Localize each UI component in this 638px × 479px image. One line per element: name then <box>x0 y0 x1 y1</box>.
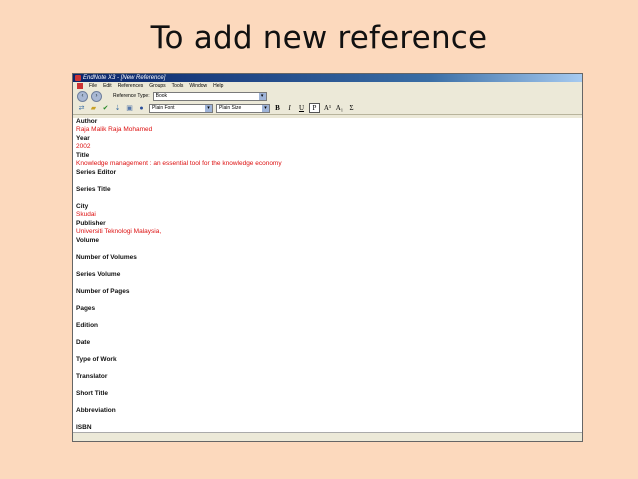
field-label: Volume <box>76 237 99 244</box>
date-input[interactable] <box>76 347 582 356</box>
field-label: Series Volume <box>76 271 121 278</box>
format-toolbar: ⇄ ▰ ✔ ⇣ ▣ ● Plain Font ▾ Plain Size ▾ B … <box>73 102 582 115</box>
document-icon[interactable] <box>77 83 83 89</box>
field-short-title: Short Title <box>73 390 582 407</box>
picture-icon[interactable]: ▣ <box>125 104 134 113</box>
field-title: Title Knowledge management : an essentia… <box>73 152 582 169</box>
window-title: EndNote X3 - [New Reference] <box>83 75 166 81</box>
title-input[interactable]: Knowledge management : an essential tool… <box>76 160 582 169</box>
window-titlebar: EndNote X3 - [New Reference] <box>73 74 582 82</box>
reference-fields: Author Raja Malik Raja Mohamed Year 2002… <box>73 118 582 433</box>
field-label: Title <box>76 152 90 159</box>
field-publisher: Publisher Universiti Teknologi Malaysia, <box>73 220 582 237</box>
menu-file[interactable]: File <box>89 82 97 90</box>
chevron-down-icon[interactable]: ▾ <box>262 104 269 112</box>
field-translator: Translator <box>73 373 582 390</box>
field-type-of-work: Type of Work <box>73 356 582 373</box>
field-label: City <box>76 203 89 210</box>
symbol-button[interactable]: Σ <box>347 104 356 112</box>
menu-tools[interactable]: Tools <box>172 82 184 90</box>
author-input[interactable]: Raja Malik Raja Mohamed <box>76 126 582 135</box>
field-label: Publisher <box>76 220 106 227</box>
menu-window[interactable]: Window <box>189 82 207 90</box>
reference-type-label: Reference Type: <box>113 93 150 99</box>
series-editor-input[interactable] <box>76 177 582 186</box>
number-of-pages-input[interactable] <box>76 296 582 305</box>
field-label: ISBN <box>76 424 92 431</box>
sort-icon[interactable]: ⇣ <box>113 104 122 113</box>
field-label: Abbreviation <box>76 407 116 414</box>
field-edition: Edition <box>73 322 582 339</box>
field-label: Year <box>76 135 90 142</box>
reference-type-row: ‹ › Reference Type: Book ▾ <box>73 90 582 102</box>
pages-input[interactable] <box>76 313 582 322</box>
endnote-window: EndNote X3 - [New Reference] File Edit R… <box>72 73 583 442</box>
field-number-of-pages: Number of Pages <box>73 288 582 305</box>
field-label: Edition <box>76 322 99 329</box>
checkmark-icon[interactable]: ✔ <box>101 104 110 113</box>
field-series-title: Series Title <box>73 186 582 203</box>
field-label: Series Title <box>76 186 111 193</box>
translator-input[interactable] <box>76 381 582 390</box>
font-value: Plain Font <box>152 104 175 111</box>
plain-button[interactable]: P <box>309 103 320 113</box>
short-title-input[interactable] <box>76 398 582 407</box>
field-volume: Volume <box>73 237 582 254</box>
field-label: Short Title <box>76 390 109 397</box>
field-date: Date <box>73 339 582 356</box>
bold-button[interactable]: B <box>273 104 282 112</box>
italic-button[interactable]: I <box>285 104 294 112</box>
folder-icon[interactable]: ▰ <box>89 104 98 113</box>
superscript-button[interactable]: A¹ <box>323 104 332 112</box>
subscript-button[interactable]: A₁ <box>335 104 344 112</box>
field-author: Author Raja Malik Raja Mohamed <box>73 118 582 135</box>
publisher-input[interactable]: Universiti Teknologi Malaysia, <box>76 228 582 237</box>
field-label: Date <box>76 339 91 346</box>
reference-type-value: Book <box>155 92 168 99</box>
menu-help[interactable]: Help <box>213 82 223 90</box>
field-number-of-volumes: Number of Volumes <box>73 254 582 271</box>
slide-title: To add new reference <box>150 20 488 56</box>
field-city: City Skudai <box>73 203 582 220</box>
menu-edit[interactable]: Edit <box>103 82 112 90</box>
font-select[interactable]: Plain Font ▾ <box>149 103 213 113</box>
endnote-app-icon <box>75 75 81 81</box>
field-label: Type of Work <box>76 356 117 363</box>
horizontal-scrollbar[interactable] <box>73 432 582 441</box>
city-input[interactable]: Skudai <box>76 211 582 220</box>
reference-type-select[interactable]: Book ▾ <box>152 91 267 101</box>
field-series-volume: Series Volume <box>73 271 582 288</box>
field-label: Series Editor <box>76 169 117 176</box>
field-pages: Pages <box>73 305 582 322</box>
size-value: Plain Size <box>219 104 242 111</box>
number-of-volumes-input[interactable] <box>76 262 582 271</box>
menu-groups[interactable]: Groups <box>149 82 165 90</box>
type-of-work-input[interactable] <box>76 364 582 373</box>
field-year: Year 2002 <box>73 135 582 152</box>
field-label: Translator <box>76 373 108 380</box>
field-series-editor: Series Editor <box>73 169 582 186</box>
field-label: Pages <box>76 305 96 312</box>
field-abbreviation: Abbreviation <box>73 407 582 424</box>
volume-input[interactable] <box>76 245 582 254</box>
forward-icon[interactable]: › <box>91 90 102 102</box>
year-input[interactable]: 2002 <box>76 143 582 152</box>
size-select[interactable]: Plain Size ▾ <box>216 103 270 113</box>
underline-button[interactable]: U <box>297 104 306 112</box>
field-label: Author <box>76 118 98 125</box>
field-label: Number of Pages <box>76 288 130 295</box>
series-title-input[interactable] <box>76 194 582 203</box>
field-label: Number of Volumes <box>76 254 137 261</box>
word-icon[interactable]: ● <box>137 104 146 113</box>
edition-input[interactable] <box>76 330 582 339</box>
link-icon[interactable]: ⇄ <box>77 104 86 113</box>
back-icon[interactable]: ‹ <box>77 90 88 102</box>
menu-bar: File Edit References Groups Tools Window… <box>73 82 582 90</box>
abbreviation-input[interactable] <box>76 415 582 424</box>
menu-references[interactable]: References <box>118 82 144 90</box>
chevron-down-icon[interactable]: ▾ <box>205 104 212 112</box>
chevron-down-icon[interactable]: ▾ <box>258 92 266 100</box>
series-volume-input[interactable] <box>76 279 582 288</box>
